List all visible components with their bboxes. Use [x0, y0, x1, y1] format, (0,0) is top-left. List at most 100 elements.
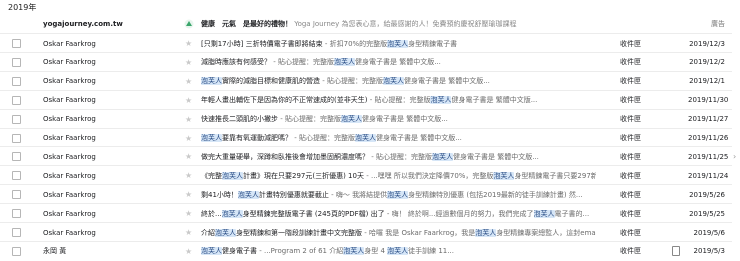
- ad-title: 健康 元氣 是最好的禮物！: [201, 19, 292, 28]
- email-label: 收件匣: [620, 39, 641, 48]
- email-row[interactable]: Oskar Faarkrog ★ 快速推長二頭肌的小撇步 - 貼心提醒：完整版泡…: [0, 108, 732, 129]
- email-sender: 永岡 黃: [43, 247, 67, 256]
- star-icon[interactable]: ★: [185, 209, 192, 218]
- email-row[interactable]: Oskar Faarkrog ★ 《完整泡芙人計畫》現在只要297元(三折優惠)…: [0, 165, 732, 185]
- email-label: 收件匣: [620, 134, 641, 142]
- email-label: 收件匣: [620, 58, 641, 67]
- email-row[interactable]: Oskar Faarkrog ★ [只剩17小時] 三折特價電子書即將結束 - …: [0, 33, 732, 53]
- email-sender: Oskar Faarkrog: [43, 39, 96, 48]
- star-icon[interactable]: ★: [185, 77, 192, 86]
- row-checkbox[interactable]: [12, 39, 21, 48]
- email-date: 2019/11/26: [688, 134, 729, 142]
- email-snippet: - ...嘿嘿 所以我們決定降價70%，完整版泡芙人身型精鍊電子書只要297新台…: [366, 171, 596, 180]
- email-date: 2019/12/1: [689, 77, 725, 86]
- email-snippet: - 貼心提醒：完整版泡芙人健身電子書是 繁體中文版...: [371, 152, 539, 161]
- email-row[interactable]: Oskar Faarkrog ★ 介紹泡芙人身型精鍊和第一階段訓練計畫中文完整版…: [0, 222, 732, 242]
- email-row[interactable]: 永岡 黃 ★ 泡芙人健身電子書 - ...Program 2 of 61 介紹泡…: [0, 240, 732, 261]
- email-row[interactable]: Oskar Faarkrog ★ 泡芙人實際的減脂目標和健康肌的營造 - 貼心提…: [0, 70, 732, 91]
- ad-sender: yogajourney.com.tw: [43, 19, 123, 28]
- email-row[interactable]: Oskar Faarkrog ★ 剩41小時！泡芙人計畫特別優惠就要截止 - 嗨…: [0, 184, 732, 204]
- ad-brand-icon: [184, 19, 194, 29]
- ad-badge: 廣告: [711, 19, 725, 28]
- chevron-right-icon[interactable]: ›: [733, 152, 736, 161]
- email-sender: Oskar Faarkrog: [43, 58, 96, 67]
- row-checkbox[interactable]: [12, 133, 21, 143]
- star-icon[interactable]: ★: [185, 115, 192, 124]
- email-subject: 《完整泡芙人計畫》現在只要297元(三折優惠) 10天: [201, 171, 364, 180]
- star-icon[interactable]: ★: [185, 152, 192, 161]
- star-icon[interactable]: ★: [185, 247, 192, 256]
- row-checkbox[interactable]: [12, 95, 21, 105]
- email-row[interactable]: Oskar Faarkrog ★ 年輕人畫出輔佐下是因為你的不正常速成的(並非天…: [0, 89, 732, 110]
- email-row[interactable]: Oskar Faarkrog ★ 泡芙人要靠有氧運動減肥嗎？ - 貼心提醒：完整…: [0, 127, 732, 148]
- email-content: 泡芙人要靠有氧運動減肥嗎？ - 貼心提醒：完整版泡芙人健身電子書是 繁體中文版.…: [201, 133, 596, 143]
- row-checkbox[interactable]: [12, 171, 21, 181]
- email-snippet-text: 嗨～ 我將結提供泡芙人身型精鍊特別優惠 (包括2019最新的徒手訓練計畫) 然.…: [335, 190, 583, 199]
- email-label: 收件匣: [620, 190, 641, 199]
- email-snippet-text: 貼心提醒：完整版泡芙人健身電子書是 繁體中文版...: [285, 115, 448, 124]
- email-content: 做完大重量硬舉，深蹲和臥推後會增加墨固酮濃度嗎？ - 貼心提醒：完整版泡芙人健身…: [201, 152, 596, 162]
- row-checkbox[interactable]: [12, 228, 21, 237]
- email-snippet: - 嗨～ 我將結提供泡芙人身型精鍊特別優惠 (包括2019最新的徒手訓練計畫) …: [331, 190, 583, 199]
- email-label: 收件匣: [620, 96, 641, 105]
- email-snippet-text: 貼心提醒：完整版泡芙人健身電子書是 繁體中文版...: [278, 58, 441, 67]
- email-content: 年輕人畫出輔佐下是因為你的不正常速成的(並非天生) - 貼心提醒：完整版泡芙人健…: [201, 95, 596, 105]
- email-snippet-text: ...Program 2 of 61 介紹泡芙人身型 4 泡芙人徒手訓練 11.…: [264, 247, 454, 256]
- email-snippet-text: 貼心提醒：完整版泡芙人健身電子書是 繁體中文版...: [327, 77, 490, 86]
- email-subject: 終於...泡芙人身型精鍊完整版電子書 (245頁的PDF檔) 出了: [201, 209, 385, 218]
- email-label: 收件匣: [620, 228, 641, 237]
- star-icon[interactable]: ★: [185, 96, 192, 105]
- email-subject: 介紹泡芙人身型精鍊和第一階段訓練計畫中文完整版: [201, 228, 362, 237]
- row-checkbox[interactable]: [12, 246, 21, 256]
- star-icon[interactable]: ★: [185, 228, 192, 237]
- email-label: 收件匣: [620, 247, 641, 256]
- row-checkbox[interactable]: [12, 57, 21, 67]
- email-date: 2019/5/3: [693, 247, 725, 256]
- email-row[interactable]: Oskar Faarkrog ★ 終於...泡芙人身型精鍊完整版電子書 (245…: [0, 203, 732, 223]
- email-sender: Oskar Faarkrog: [43, 96, 96, 105]
- star-icon[interactable]: ★: [185, 171, 192, 180]
- row-checkbox[interactable]: [12, 152, 21, 162]
- email-snippet-text: 折扣70%的完整版泡芙人身型精鍊電子書: [329, 39, 458, 48]
- email-snippet-text: 哈囉 我是 Oskar Faarkrog，我是泡芙人身型精鍊專案總監人，這封em…: [369, 228, 596, 237]
- row-checkbox[interactable]: [12, 209, 21, 219]
- email-row[interactable]: Oskar Faarkrog ★ 減脂時應該有何感受？ - 貼心提醒：完整版泡芙…: [0, 51, 732, 72]
- row-checkbox[interactable]: [12, 76, 21, 86]
- row-checkbox[interactable]: [12, 190, 21, 200]
- email-snippet: - ...Program 2 of 61 介紹泡芙人身型 4 泡芙人徒手訓練 1…: [259, 247, 454, 256]
- email-date: 2019/11/24: [688, 171, 729, 180]
- email-snippet: - 貼心提醒：完整版泡芙人健身電子書是 繁體中文版...: [369, 96, 538, 105]
- email-content: 《完整泡芙人計畫》現在只要297元(三折優惠) 10天 - ...嘿嘿 所以我們…: [201, 171, 596, 181]
- email-subject: 剩41小時！泡芙人計畫特別優惠就要截止: [201, 190, 329, 199]
- email-sender: Oskar Faarkrog: [43, 228, 96, 237]
- email-content: 泡芙人實際的減脂目標和健康肌的營造 - 貼心提醒：完整版泡芙人健身電子書是 繁體…: [201, 76, 596, 86]
- email-date: 2019/5/6: [693, 228, 725, 237]
- email-label: 收件匣: [620, 77, 641, 86]
- email-date: 2019/11/25: [688, 152, 729, 161]
- email-snippet-text: 貼心提醒：完整版泡芙人健身電子書是 繁體中文版...: [376, 152, 539, 161]
- email-date: 2019/12/3: [689, 39, 725, 48]
- email-sender: Oskar Faarkrog: [43, 209, 96, 218]
- email-date: 2019/5/26: [689, 190, 725, 199]
- email-content: 減脂時應該有何感受？ - 貼心提醒：完整版泡芙人健身電子書是 繁體中文版...: [201, 57, 596, 67]
- star-icon[interactable]: ★: [185, 58, 192, 67]
- email-sender: Oskar Faarkrog: [43, 190, 96, 199]
- star-icon[interactable]: ★: [185, 134, 192, 143]
- star-icon[interactable]: ★: [185, 39, 192, 48]
- email-date: 2019/11/27: [688, 115, 729, 124]
- email-snippet: - 貼心提醒：完整版泡芙人健身電子書是 繁體中文版...: [322, 77, 490, 86]
- ad-snippet: Yoga Journey 為您表心意，給最感謝的人！免費預約慶祝舒壓瑜珈課程: [294, 19, 517, 28]
- email-snippet: - 嗨！ 終於啊...經過數個月的努力，我們完成了泡芙人電子書的...: [386, 209, 590, 218]
- ad-row[interactable]: yogajourney.com.tw 健康 元氣 是最好的禮物！ Yoga Jo…: [0, 14, 732, 33]
- attachment-icon[interactable]: [672, 245, 680, 256]
- email-snippet-text: 嗨！ 終於啊...經過數個月的努力，我們完成了泡芙人電子書的...: [391, 209, 590, 218]
- email-content: [只剩17小時] 三折特價電子書即將結束 - 折扣70%的完整版泡芙人身型精鍊電…: [201, 39, 596, 49]
- row-checkbox[interactable]: [12, 114, 21, 124]
- email-sender: Oskar Faarkrog: [43, 115, 96, 124]
- email-row[interactable]: Oskar Faarkrog ★ 做完大重量硬舉，深蹲和臥推後會增加墨固酮濃度嗎…: [0, 146, 732, 166]
- email-snippet: - 哈囉 我是 Oskar Faarkrog，我是泡芙人身型精鍊專案總監人，這封…: [364, 228, 596, 237]
- email-sender: Oskar Faarkrog: [43, 77, 96, 86]
- email-content: 介紹泡芙人身型精鍊和第一階段訓練計畫中文完整版 - 哈囉 我是 Oskar Fa…: [201, 228, 596, 238]
- star-icon[interactable]: ★: [185, 190, 192, 199]
- email-snippet: - 貼心提醒：完整版泡芙人健身電子書是 繁體中文版...: [294, 134, 462, 142]
